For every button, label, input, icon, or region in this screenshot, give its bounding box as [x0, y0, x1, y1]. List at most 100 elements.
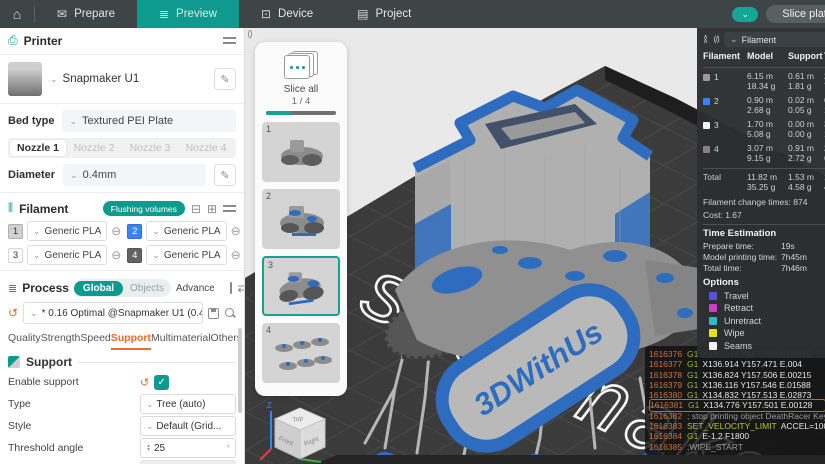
plate-thumbnail-4[interactable]: 4	[262, 323, 340, 383]
process-icon: ≣	[8, 282, 18, 295]
support-style-select[interactable]: ⌄ Default (Grid...	[140, 416, 236, 436]
home-button[interactable]: ⌂	[0, 0, 34, 28]
threshold-angle-input[interactable]: ▲ ▼ 25 °	[140, 438, 236, 458]
process-preset-select[interactable]: ⌄ * 0.16 Optimal @Snapmaker U1 (0.4 nozz…	[23, 302, 203, 324]
diameter-value: 0.4mm	[82, 169, 117, 181]
threshold-overlap-input: 50%mm or %	[140, 460, 236, 464]
support-style-label: Style	[8, 420, 32, 432]
print-stats-panel: ∧ ∧ ⟨/⟩ ⌄ Filament Filament Model Support…	[697, 28, 825, 358]
tab-nozzle-4[interactable]: Nozzle 4	[178, 140, 234, 156]
minus-circle-icon[interactable]: ⊖	[111, 224, 121, 238]
tab-project[interactable]: ▤ Project	[335, 0, 433, 28]
minus-circle-icon[interactable]: ⊖	[231, 224, 241, 238]
gcode-line: 1616385 ;WIPE_START	[649, 441, 743, 452]
axis-z-label: Z	[267, 401, 272, 410]
filament-settings-icon[interactable]	[223, 204, 236, 213]
plate-thumbnail-3[interactable]: 3	[262, 256, 340, 316]
enable-support-checkbox[interactable]: ✓	[154, 374, 170, 390]
process-scope-toggle: Global Objects	[73, 279, 171, 297]
plate-number: 1	[266, 124, 272, 134]
slice-plate-button[interactable]: Slice plate	[766, 5, 825, 23]
tab-speed[interactable]: Speed	[80, 332, 110, 350]
plate-thumbnail-2[interactable]: 2	[262, 189, 340, 249]
sidebar-scrollbar[interactable]	[238, 328, 242, 413]
printer-edit-button[interactable]: ✎	[214, 68, 236, 90]
tab-device[interactable]: ⊡ Device	[239, 0, 335, 28]
enable-support-label: Enable support	[8, 376, 79, 388]
filament-color-swatch	[703, 97, 710, 105]
collapse-panel-icon[interactable]: ∧ ∧	[703, 34, 708, 45]
chevron-down-icon: ⌄	[50, 73, 58, 84]
save-preset-icon[interactable]	[208, 307, 219, 319]
printer-select[interactable]: ⌄ Snapmaker U1	[50, 73, 206, 85]
support-type-select[interactable]: ⌄ Tree (auto)	[140, 394, 236, 414]
filament-4-select[interactable]: ⌄ Generic PLA	[146, 245, 227, 265]
scope-global[interactable]: Global	[73, 280, 124, 296]
project-icon: ▤	[357, 7, 369, 21]
plates-panel: Slice all 1 / 4 1 2 3 4	[255, 42, 347, 396]
printer-section-title: Printer	[23, 33, 63, 48]
gcode-view-icon[interactable]: ⟨/⟩	[713, 34, 720, 45]
chevron-down-icon: ⌄	[741, 8, 749, 19]
slice-options-dropdown[interactable]: ⌄	[732, 6, 759, 22]
plate-thumbnail-1[interactable]: 1	[262, 122, 340, 182]
diameter-select[interactable]: ⌄ 0.4mm	[63, 164, 206, 186]
filament-usage-rows: 1 6.15 m18.34 g 0.61 m1.81 g 2.597.73 2 …	[703, 70, 825, 166]
stats-view-value: Filament	[741, 34, 777, 45]
legend-wipe[interactable]: Wipe	[703, 327, 825, 340]
filament-3-select[interactable]: ⌄ Generic PLA	[27, 245, 108, 265]
nozzle-tabs: Nozzle 1 Nozzle 2 Nozzle 3 Nozzle 4	[8, 138, 236, 158]
tab-device-label: Device	[278, 8, 314, 20]
tab-nozzle-1[interactable]: Nozzle 1	[10, 140, 66, 156]
cost: Cost: 1.67	[703, 209, 742, 220]
search-icon[interactable]	[224, 307, 236, 319]
filament-2-select[interactable]: ⌄ Generic PLA	[146, 221, 227, 241]
plate-number: 2	[266, 191, 272, 201]
printer-thumbnail	[8, 62, 42, 96]
tab-quality[interactable]: Quality	[8, 332, 41, 350]
gcode-console[interactable]: 1616376G1X137.044 Y157.348 E.00319 16163…	[645, 346, 825, 455]
legend-unretract[interactable]: Unretract	[703, 315, 825, 328]
parameter-table-icon[interactable]	[230, 282, 233, 294]
tab-nozzle-2[interactable]: Nozzle 2	[66, 140, 122, 156]
diameter-edit-button[interactable]: ✎	[214, 164, 236, 186]
device-icon: ⊡	[260, 7, 272, 21]
panel-collapse-handle[interactable]: ⟨⟩	[247, 29, 253, 40]
legend-travel[interactable]: Travel	[703, 290, 825, 303]
tab-support[interactable]: Support	[110, 332, 152, 350]
filament-slot-4: 4 ⌄ Generic PLA ⊖	[127, 245, 241, 265]
flushing-volumes-button[interactable]: Flushing volumes	[102, 201, 185, 216]
scope-objects[interactable]: Objects	[123, 281, 171, 296]
legend-seams[interactable]: Seams	[703, 340, 825, 353]
tab-preview[interactable]: ≣ Preview	[136, 0, 239, 28]
filament-add-icon[interactable]: ⊞	[207, 202, 217, 216]
filament-color-swatch	[703, 73, 710, 81]
filament-1-select[interactable]: ⌄ Generic PLA	[27, 221, 108, 241]
bed-type-select[interactable]: ⌄ Textured PEI Plate	[62, 110, 236, 132]
stats-view-select[interactable]: ⌄ Filament	[724, 32, 825, 47]
time-estimation-title: Time Estimation	[703, 227, 777, 239]
tab-prepare-label: Prepare	[74, 8, 115, 20]
tab-project-label: Project	[375, 8, 412, 20]
reset-icon[interactable]: ↺	[140, 376, 149, 389]
tab-multimaterial[interactable]: Multimaterial	[151, 332, 211, 350]
minus-circle-icon[interactable]: ⊖	[111, 248, 121, 262]
gcode-line: 1616382; stop printing object DeathRacer…	[649, 410, 825, 421]
wipe-swatch	[709, 329, 717, 338]
filament-remove-icon[interactable]: ⊟	[191, 202, 201, 216]
slice-all-card[interactable]: Slice all 1 / 4	[262, 51, 340, 115]
seams-swatch	[709, 341, 717, 350]
printer-settings-icon[interactable]	[223, 36, 236, 45]
home-icon: ⌂	[12, 6, 22, 22]
support-group-title: Support	[26, 355, 72, 369]
legend-retract[interactable]: Retract	[703, 302, 825, 315]
tab-strength[interactable]: Strength	[41, 332, 81, 350]
filament-section-title: Filament	[19, 201, 69, 216]
preview-icon: ≣	[158, 7, 170, 21]
minus-circle-icon[interactable]: ⊖	[231, 248, 241, 262]
tab-nozzle-3[interactable]: Nozzle 3	[122, 140, 178, 156]
compare-icon[interactable]: ⇄	[237, 281, 244, 295]
reset-icon[interactable]: ↺	[8, 306, 18, 320]
filament-2-badge: 2	[127, 223, 143, 239]
tab-prepare[interactable]: ✉ Prepare	[35, 0, 137, 28]
